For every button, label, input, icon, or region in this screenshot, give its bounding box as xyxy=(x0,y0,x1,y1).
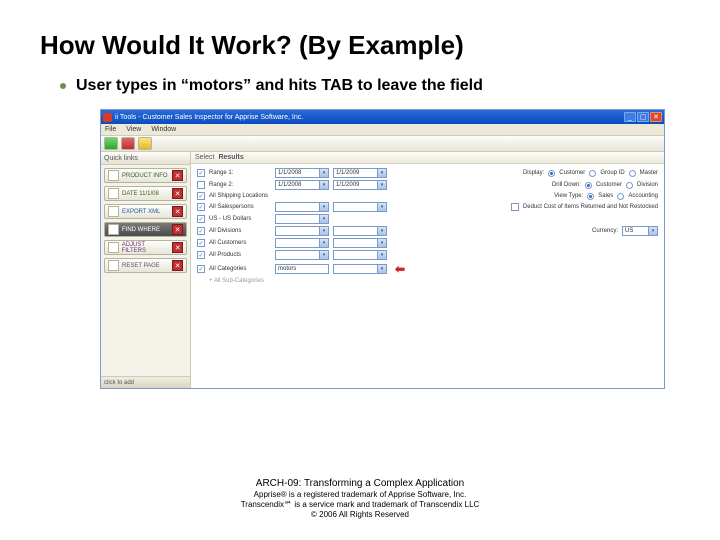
cust-label: All Customers xyxy=(209,240,271,246)
prod-checkbox[interactable]: ✓ xyxy=(197,251,205,259)
window-titlebar: ii Tools - Customer Sales Inspector for … xyxy=(101,110,664,124)
slide-footer: ARCH-09: Transforming a Complex Applicat… xyxy=(0,478,720,521)
maximize-button[interactable]: ▢ xyxy=(637,112,649,122)
app-screenshot: ii Tools - Customer Sales Inspector for … xyxy=(100,109,665,389)
prod-dd[interactable]: ▾ xyxy=(275,250,329,260)
drill-division-radio[interactable] xyxy=(626,182,633,189)
deduct-label: Deduct Cost of Items Returned and Not Re… xyxy=(523,204,658,210)
view-label: View Type: xyxy=(554,193,583,199)
view-acct-radio[interactable] xyxy=(617,193,624,200)
cat-label: All Categories xyxy=(209,266,271,272)
footer-line3: Transcendix℠ is a service mark and trade… xyxy=(0,500,720,510)
drill-customer-radio[interactable] xyxy=(585,182,592,189)
pane-header: Select Results xyxy=(191,152,664,164)
cat-checkbox[interactable]: ✓ xyxy=(197,265,205,273)
cust-dd[interactable]: ▾ xyxy=(275,238,329,248)
footer-line1: ARCH-09: Transforming a Complex Applicat… xyxy=(0,478,720,491)
deduct-checkbox[interactable] xyxy=(511,203,519,211)
currency-label: Currency: xyxy=(592,228,618,234)
sidebar-item-export[interactable]: EXPORT XML✕ xyxy=(104,204,187,219)
footer-line4: © 2006 All Rights Reserved xyxy=(0,510,720,520)
refresh-button[interactable] xyxy=(138,137,152,150)
cust-checkbox[interactable]: ✓ xyxy=(197,239,205,247)
range2-checkbox[interactable] xyxy=(197,181,205,189)
sidebar-bottom[interactable]: click to add xyxy=(101,376,190,388)
salesp-label: All Salespersons xyxy=(209,204,271,210)
ship-checkbox[interactable]: ✓ xyxy=(197,192,205,200)
sidebar: Quick links PRODUCT INFO✕ DATE 11/1/08✕ … xyxy=(101,152,191,388)
view-sales-radio[interactable] xyxy=(587,193,594,200)
cat-dd2[interactable]: ▾ xyxy=(333,264,387,274)
menu-view[interactable]: View xyxy=(126,126,141,133)
sidebar-item-reset[interactable]: RESET PAGE✕ xyxy=(104,258,187,273)
sidebar-header: Quick links xyxy=(101,152,190,165)
menubar: File View Window xyxy=(101,124,664,136)
close-button[interactable]: ✕ xyxy=(650,112,662,122)
prod-label: All Products xyxy=(209,252,271,258)
drill-label: Drill Down: xyxy=(552,182,581,188)
footer-line2: Apprise® is a registered trademark of Ap… xyxy=(0,490,720,500)
bullet-text: User types in “motors” and hits TAB to l… xyxy=(76,77,483,95)
salesp-dd[interactable]: ▾ xyxy=(275,202,329,212)
range1-from[interactable]: 1/1/2008▾ xyxy=(275,168,329,178)
menu-window[interactable]: Window xyxy=(151,126,176,133)
app-icon xyxy=(103,113,112,122)
curr-dd[interactable]: ▾ xyxy=(275,214,329,224)
currency-dd[interactable]: US▾ xyxy=(622,226,658,236)
sidebar-item-find[interactable]: FIND WHERE✕ xyxy=(104,222,187,237)
sidebar-item-date[interactable]: DATE 11/1/08✕ xyxy=(104,186,187,201)
curr-label: US - US Dollars xyxy=(209,216,271,222)
stop-button[interactable] xyxy=(121,137,135,150)
div-dd[interactable]: ▾ xyxy=(275,226,329,236)
prod-dd2[interactable]: ▾ xyxy=(333,250,387,260)
go-button[interactable] xyxy=(104,137,118,150)
menu-file[interactable]: File xyxy=(105,126,116,133)
callout-arrow-icon: ⬅ xyxy=(395,262,405,276)
window-title: ii Tools - Customer Sales Inspector for … xyxy=(115,114,303,121)
sub-cat-label: + All Sub-Categories xyxy=(209,278,264,284)
curr-checkbox[interactable]: ✓ xyxy=(197,215,205,223)
cat-input[interactable]: motors xyxy=(275,264,329,274)
cust-dd2[interactable]: ▾ xyxy=(333,238,387,248)
main-pane: Select Results ✓ Range 1: 1/1/2008▾ 1/1/… xyxy=(191,152,664,388)
range1-label: Range 1: xyxy=(209,170,271,176)
minimize-button[interactable]: _ xyxy=(624,112,636,122)
range2-to[interactable]: 1/1/2009▾ xyxy=(333,180,387,190)
range2-label: Range 2: xyxy=(209,182,271,188)
slide-title: How Would It Work? (By Example) xyxy=(40,30,680,61)
display-customer-radio[interactable] xyxy=(548,170,555,177)
bullet-icon xyxy=(60,83,66,89)
div-checkbox[interactable]: ✓ xyxy=(197,227,205,235)
sidebar-item-adjust[interactable]: ADJUST FILTERS✕ xyxy=(104,240,187,255)
ship-label: All Shipping Locations xyxy=(209,193,268,199)
range1-to[interactable]: 1/1/2009▾ xyxy=(333,168,387,178)
toolbar xyxy=(101,136,664,152)
salesp-dd2[interactable]: ▾ xyxy=(333,202,387,212)
range2-from[interactable]: 1/1/2008▾ xyxy=(275,180,329,190)
div-label: All Divisions xyxy=(209,228,271,234)
range1-checkbox[interactable]: ✓ xyxy=(197,169,205,177)
display-label: Display: xyxy=(523,170,544,176)
display-master-radio[interactable] xyxy=(629,170,636,177)
salesp-checkbox[interactable]: ✓ xyxy=(197,203,205,211)
div-dd2[interactable]: ▾ xyxy=(333,226,387,236)
bullet-row: User types in “motors” and hits TAB to l… xyxy=(40,77,680,95)
display-group-radio[interactable] xyxy=(589,170,596,177)
sidebar-item-product[interactable]: PRODUCT INFO✕ xyxy=(104,168,187,183)
